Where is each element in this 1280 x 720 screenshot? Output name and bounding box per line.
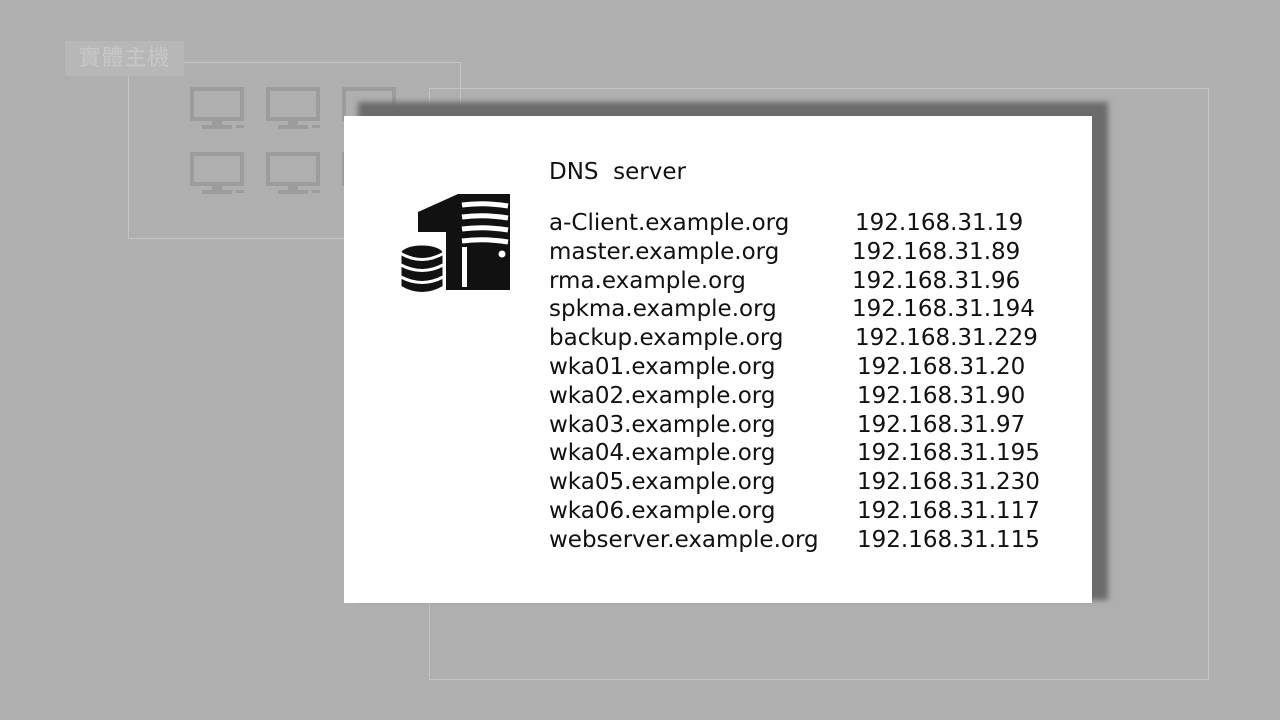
dns-record-ip: 192.168.31.115 <box>857 526 1040 553</box>
dns-record-hostname: rma.example.org <box>549 267 746 294</box>
dns-record-ip: 192.168.31.117 <box>857 498 1040 524</box>
dns-record-ip: 192.168.31.96 <box>852 267 1021 294</box>
dns-record-hostname: wka04.example.org <box>549 440 776 467</box>
server-database-icon <box>400 194 510 295</box>
monitor-icon <box>266 87 322 132</box>
monitor-icon <box>190 152 246 197</box>
dns-record-row: spkma.example.org 192.168.31.194 <box>549 295 1069 324</box>
dns-record-ip: 192.168.31.20 <box>857 354 1026 380</box>
dns-record-row: wka06.example.org 192.168.31.117 <box>549 497 1069 526</box>
dns-record-row: rma.example.org 192.168.31.96 <box>549 267 1069 296</box>
dns-record-ip: 192.168.31.229 <box>855 325 1038 352</box>
dns-record-row: wka02.example.org 192.168.31.90 <box>549 382 1069 411</box>
dns-server-title: DNS server <box>549 159 686 185</box>
dns-record-ip: 192.168.31.230 <box>857 469 1040 496</box>
dns-record-ip: 192.168.31.195 <box>857 440 1040 467</box>
dns-record-ip: 192.168.31.89 <box>852 238 1021 265</box>
dns-record-row: wka04.example.org 192.168.31.195 <box>549 439 1069 468</box>
dns-record-row: a-Client.example.org 192.168.31.19 <box>549 209 1069 238</box>
monitor-icon <box>266 152 322 197</box>
dns-record-row: backup.example.org 192.168.31.229 <box>549 324 1069 353</box>
dns-record-hostname: master.example.org <box>549 238 780 265</box>
dns-record-hostname: webserver.example.org <box>549 526 819 553</box>
physical-host-label: 實體主機 <box>65 41 184 76</box>
dns-record-row: wka05.example.org 192.168.31.230 <box>549 468 1069 497</box>
monitor-icon <box>190 87 246 132</box>
dns-record-ip: 192.168.31.97 <box>857 411 1026 438</box>
dns-record-hostname: wka06.example.org <box>549 498 776 524</box>
dns-record-hostname: spkma.example.org <box>549 296 777 323</box>
dns-record-ip: 192.168.31.19 <box>855 210 1024 236</box>
dns-record-hostname: wka05.example.org <box>549 469 776 496</box>
dns-record-hostname: wka02.example.org <box>549 382 776 409</box>
dns-record-row: wka01.example.org 192.168.31.20 <box>549 353 1069 382</box>
dns-record-hostname: backup.example.org <box>549 325 784 352</box>
dns-record-row: webserver.example.org 192.168.31.115 <box>549 526 1069 555</box>
dns-record-row: wka03.example.org 192.168.31.97 <box>549 411 1069 440</box>
dns-record-ip: 192.168.31.194 <box>852 296 1035 323</box>
dns-record-row: master.example.org 192.168.31.89 <box>549 238 1069 267</box>
dns-record-hostname: wka01.example.org <box>549 354 776 380</box>
dns-record-hostname: a-Client.example.org <box>549 210 790 236</box>
dns-record-hostname: wka03.example.org <box>549 411 776 438</box>
dns-record-ip: 192.168.31.90 <box>857 382 1026 409</box>
